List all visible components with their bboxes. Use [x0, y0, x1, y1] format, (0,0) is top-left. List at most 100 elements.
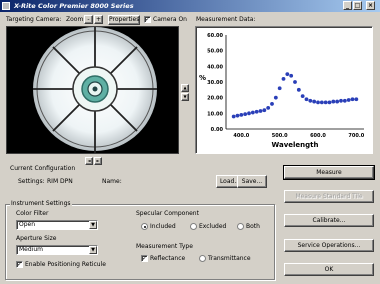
data-point — [339, 98, 343, 103]
data-point — [250, 110, 255, 115]
specular-option-both: Both — [246, 223, 260, 230]
calibrate-button[interactable]: Calibrate... — [284, 214, 374, 227]
properties-button[interactable]: Properties — [108, 15, 140, 25]
measurement-type-transmittance: Transmittance — [208, 255, 251, 262]
camera-reticle — [33, 27, 157, 153]
y-tick-label: 20.00 — [207, 96, 223, 102]
aperture-size-value: Medium — [19, 246, 43, 253]
data-point — [327, 100, 332, 105]
y-tick-label: 10.00 — [207, 111, 223, 117]
camera-down-button[interactable]: ▼ — [181, 93, 189, 101]
measurement-data-label: Measurement Data: — [196, 16, 256, 23]
x-tick-label: 600.0 — [310, 133, 326, 139]
zoom-in-button[interactable]: + — [94, 15, 103, 24]
data-point — [270, 102, 274, 106]
data-point — [342, 98, 347, 103]
measurement-chart-panel: 60.00 50.00 40.00 30.00 20.00 10.00 0.00 400.0… — [195, 26, 373, 154]
app-icon — [2, 2, 10, 10]
x-tick-label: 500.0 — [272, 133, 288, 139]
data-point — [304, 97, 309, 102]
camera-left-button[interactable]: ◄ — [85, 157, 93, 165]
specular-component-title: Specular Component — [136, 210, 199, 217]
measure-standard-button[interactable]: Measure Standard Tile — [284, 190, 374, 203]
name-label: Name: — [102, 178, 122, 185]
camera-right-button[interactable]: ► — [94, 157, 102, 165]
specular-excluded-radio[interactable] — [190, 223, 197, 230]
spectral-chart: 60.00 50.00 40.00 30.00 20.00 10.00 0.00 400.0… — [199, 33, 365, 149]
maximize-button[interactable]: □ — [353, 1, 362, 10]
specular-included-radio[interactable] — [141, 223, 148, 230]
zoom-label: Zoom: — [66, 16, 86, 23]
minimize-button[interactable]: _ — [343, 1, 352, 10]
data-point — [289, 73, 294, 78]
aperture-size-select[interactable]: Medium ▼ — [16, 245, 98, 255]
data-point — [300, 94, 305, 98]
data-point — [293, 80, 297, 84]
data-point — [258, 109, 263, 113]
targeting-camera-label: Targeting Camera: — [6, 16, 62, 23]
instrument-settings-title: Instrument Settings — [10, 200, 72, 208]
window-title: X-Rite Color Premier 8000 Series — [14, 2, 134, 10]
save-button[interactable]: Save... — [237, 175, 267, 188]
data-point — [354, 97, 359, 102]
data-point — [243, 112, 248, 117]
data-point — [277, 86, 282, 91]
camera-on-label: Camera On — [153, 16, 187, 23]
ok-button[interactable]: OK — [284, 263, 374, 276]
settings-value: RIM DPN — [47, 178, 73, 185]
specular-option-excluded: Excluded — [199, 223, 227, 230]
service-operations-button[interactable]: Service Operations... — [284, 239, 374, 252]
data-point — [262, 108, 267, 113]
data-point — [335, 99, 340, 104]
x-tick-label: 400.0 — [233, 133, 249, 139]
data-point — [281, 76, 286, 81]
color-filter-value: Open — [19, 221, 36, 228]
data-point — [319, 100, 324, 105]
data-point — [239, 113, 244, 117]
data-point — [323, 100, 328, 105]
color-filter-select[interactable]: Open ▼ — [16, 220, 98, 230]
x-tick-label: 700.0 — [348, 133, 364, 139]
y-tick-label: 30.00 — [207, 80, 223, 86]
data-point — [254, 109, 259, 114]
data-point — [296, 87, 301, 92]
data-point — [331, 99, 336, 104]
transmittance-radio[interactable] — [199, 255, 206, 262]
camera-up-button[interactable]: ▲ — [181, 84, 189, 92]
x-axis-label: Wavelength — [272, 141, 319, 149]
measurement-type-title: Measurement Type — [136, 243, 193, 250]
chevron-down-icon[interactable]: ▼ — [89, 221, 97, 229]
data-point — [316, 100, 320, 105]
specular-option-included: Included — [150, 223, 176, 230]
settings-label: Settings: — [18, 178, 45, 185]
measure-button[interactable]: Measure — [283, 165, 375, 180]
zoom-out-button[interactable]: - — [84, 15, 93, 24]
data-point — [308, 98, 313, 103]
data-point — [266, 105, 271, 110]
data-point — [235, 113, 240, 118]
measurement-type-reflectance: Reflectance — [150, 255, 186, 262]
y-axis-label: % — [199, 74, 206, 82]
close-button[interactable]: × — [366, 1, 375, 10]
data-point — [285, 72, 290, 77]
positioning-reticule-label: Enable Positioning Reticule — [25, 261, 106, 268]
data-point — [247, 111, 251, 116]
camera-on-checkbox[interactable]: ✓ — [144, 16, 151, 23]
camera-view[interactable] — [6, 26, 179, 154]
data-point — [273, 95, 278, 100]
data-point — [231, 114, 236, 119]
reflectance-checkbox[interactable]: ✓ — [141, 255, 148, 262]
title-bar[interactable]: X-Rite Color Premier 8000 Series — [0, 0, 380, 12]
y-tick-label: 60.00 — [207, 33, 223, 39]
data-point — [312, 99, 317, 104]
y-tick-label: 0.00 — [211, 127, 224, 133]
specular-both-radio[interactable] — [237, 223, 244, 230]
positioning-reticule-checkbox[interactable]: ✓ — [16, 261, 23, 268]
data-point — [350, 97, 355, 102]
chevron-down-icon[interactable]: ▼ — [89, 246, 97, 254]
aperture-size-label: Aperture Size — [16, 235, 57, 242]
config-title: Current Configuration — [10, 165, 76, 172]
color-filter-label: Color Filter — [16, 210, 49, 217]
y-tick-label: 50.00 — [207, 49, 223, 55]
y-tick-label: 40.00 — [207, 64, 223, 70]
